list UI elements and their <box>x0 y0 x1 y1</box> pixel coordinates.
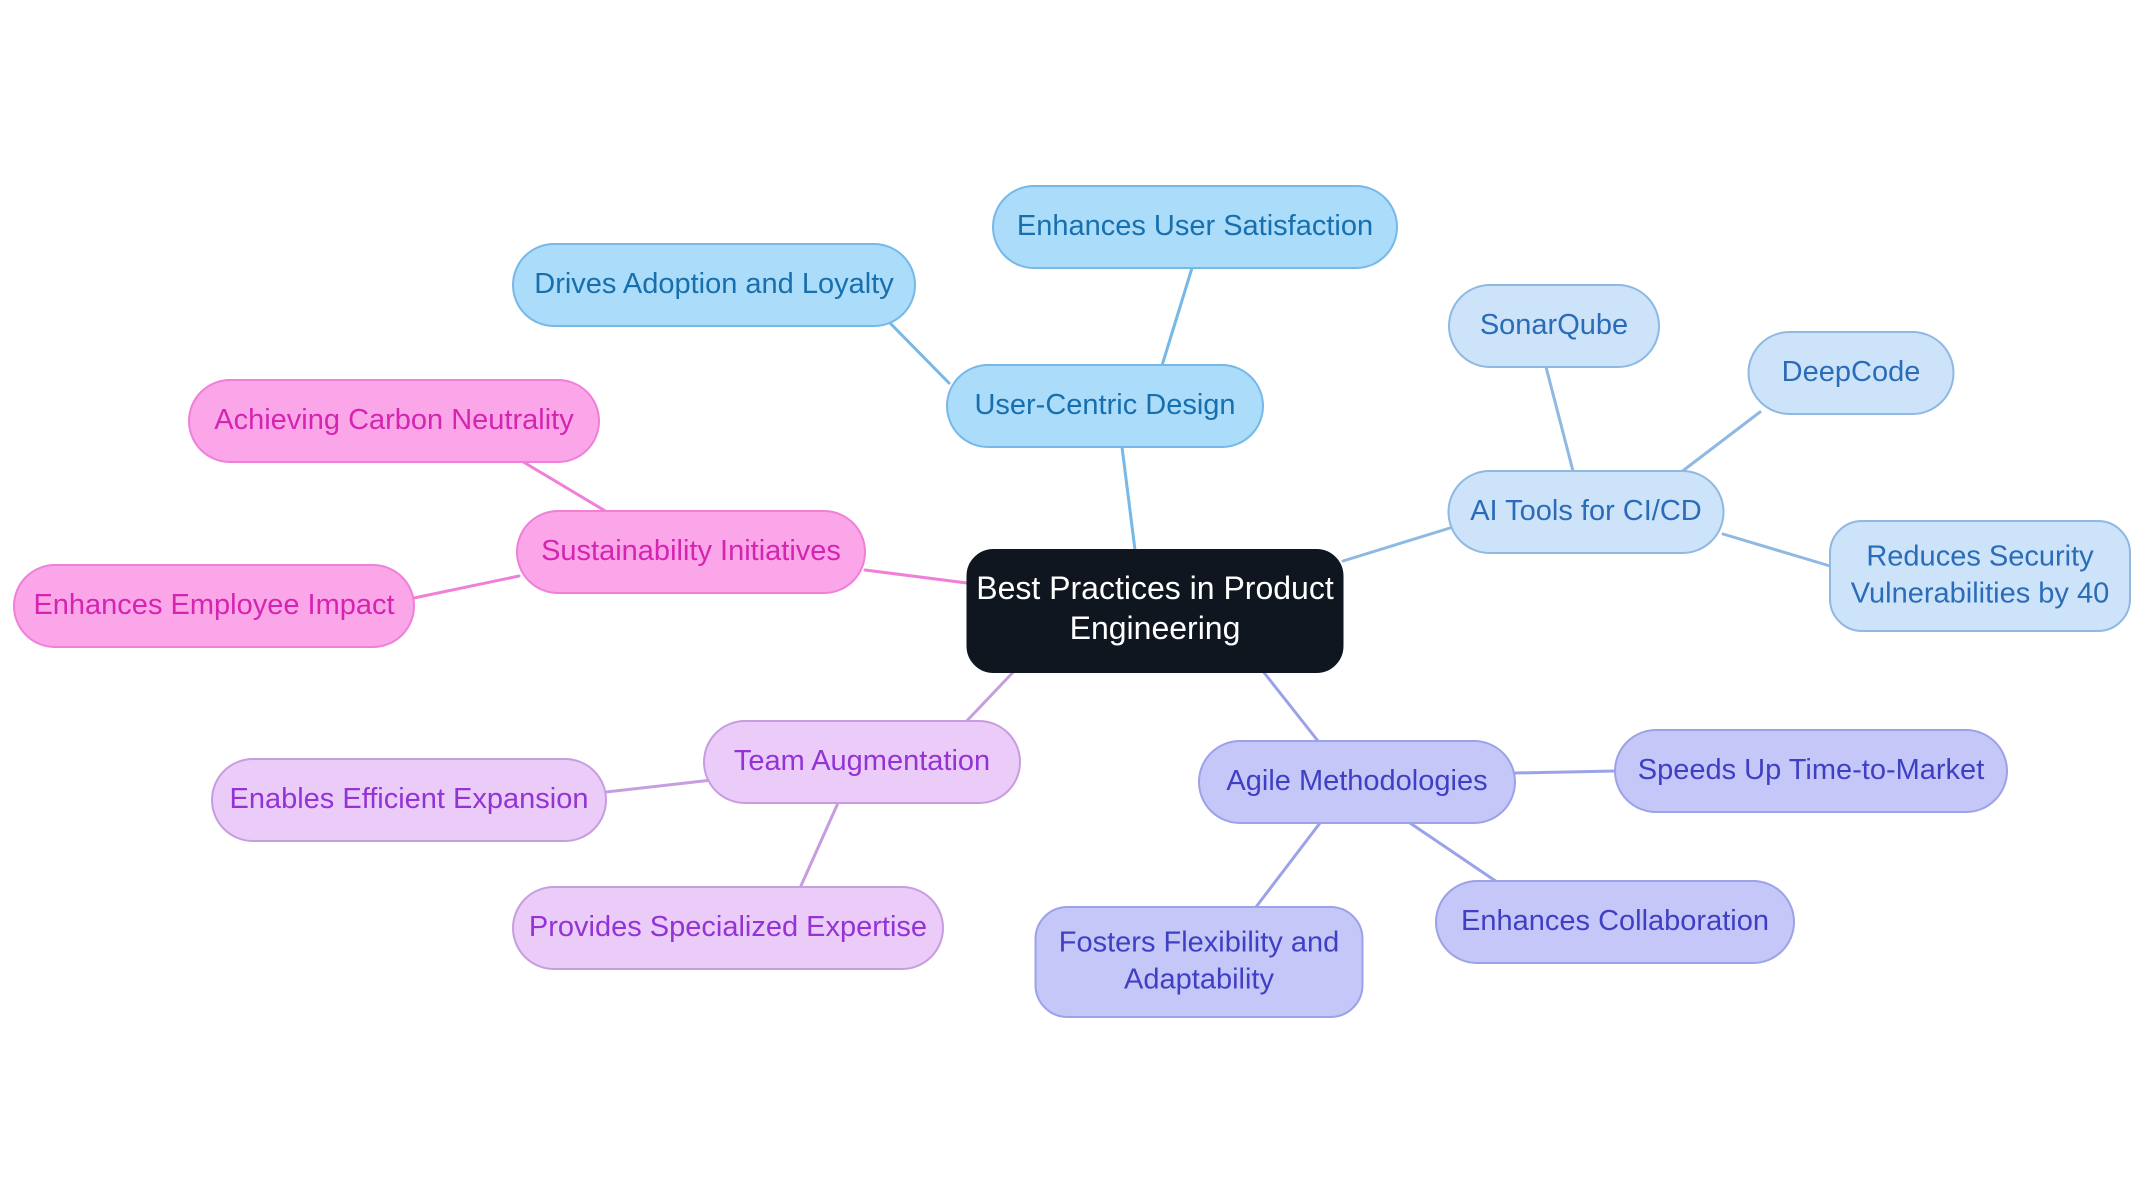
node-label-drives-adoption-and-loyalty: Drives Adoption and Loyalty <box>534 268 894 300</box>
node-label-team-augmentation: Team Augmentation <box>734 745 990 777</box>
node-sustainability-initiatives[interactable]: Sustainability Initiatives <box>516 510 866 594</box>
node-label-speeds-up-time-to-market: Speeds Up Time-to-Market <box>1638 754 1985 786</box>
node-label-sonarqube: SonarQube <box>1480 309 1628 341</box>
node-provides-specialized-expertise[interactable]: Provides Specialized Expertise <box>512 886 944 970</box>
node-label-line: AI Tools for CI/CD <box>1470 495 1702 527</box>
node-label-sustainability-initiatives: Sustainability Initiatives <box>541 535 841 567</box>
node-agile-methodologies[interactable]: Agile Methodologies <box>1198 740 1516 824</box>
edge-agile-speeds-up-time <box>1513 769 1617 775</box>
edge-sustainability-carbon-neutrality <box>518 458 614 517</box>
mind-map-svg: Best Practices in Product Engineering User… <box>13 185 2131 1018</box>
node-label-line: Adaptability <box>1124 963 1274 995</box>
node-label-line: Fosters Flexibility and <box>1059 926 1339 958</box>
edge-team-aug-provides-expertise <box>798 801 840 890</box>
edge-user-centric-drives-adoption <box>888 321 951 385</box>
node-achieving-carbon-neutrality[interactable]: Achieving Carbon Neutrality <box>188 379 600 463</box>
edge-ai-tools-sonarqube <box>1544 365 1575 473</box>
node-speeds-up-time-to-market[interactable]: Speeds Up Time-to-Market <box>1614 729 2008 813</box>
node-label-line: Best Practices in Product <box>976 570 1334 606</box>
node-label-line: Provides Specialized Expertise <box>529 911 927 943</box>
node-enables-efficient-expansion[interactable]: Enables Efficient Expansion <box>211 758 607 842</box>
node-label-agile-methodologies: Agile Methodologies <box>1226 765 1487 797</box>
node-label-line: Reduces Security <box>1866 540 2094 572</box>
node-label-line: User-Centric Design <box>974 389 1235 421</box>
node-label-enables-efficient-expansion: Enables Efficient Expansion <box>230 783 589 815</box>
node-label-line: DeepCode <box>1782 356 1921 388</box>
node-label-achieving-carbon-neutrality: Achieving Carbon Neutrality <box>214 404 574 436</box>
node-drives-adoption-and-loyalty[interactable]: Drives Adoption and Loyalty <box>512 243 916 327</box>
node-enhances-collaboration[interactable]: Enhances Collaboration <box>1435 880 1795 964</box>
node-label-line: Enhances User Satisfaction <box>1017 210 1373 242</box>
edge-ai-tools-reduces-security <box>1721 532 1832 568</box>
node-label-enhances-user-satisfaction: Enhances User Satisfaction <box>1017 210 1373 242</box>
node-label-line: Achieving Carbon Neutrality <box>214 404 574 436</box>
edge-root-user-centric-design <box>1120 445 1137 552</box>
node-label-deepcode: DeepCode <box>1782 356 1921 388</box>
edge-root-team-augmentation <box>960 665 1020 728</box>
node-label-line: Agile Methodologies <box>1226 765 1487 797</box>
node-label-line: Team Augmentation <box>734 745 990 777</box>
edge-root-agile <box>1260 668 1320 743</box>
node-label-enhances-employee-impact: Enhances Employee Impact <box>33 589 394 621</box>
node-label-line: Vulnerabilities by 40 <box>1851 577 2109 609</box>
node-sonarqube[interactable]: SonarQube <box>1448 284 1660 368</box>
node-team-augmentation[interactable]: Team Augmentation <box>703 720 1021 804</box>
node-label-provides-specialized-expertise: Provides Specialized Expertise <box>529 911 927 943</box>
edge-ai-tools-deepcode <box>1674 410 1762 478</box>
edge-root-sustainability <box>863 568 969 585</box>
node-label-line: Enhances Employee Impact <box>33 589 394 621</box>
node-label-line: SonarQube <box>1480 309 1628 341</box>
node-ai-tools-for-ci-cd[interactable]: AI Tools for CI/CD <box>1447 470 1725 554</box>
node-label-user-centric-design: User-Centric Design <box>974 389 1235 421</box>
edge-team-aug-enables-expansion <box>604 778 714 794</box>
node-root[interactable]: Best Practices in Product Engineering <box>966 549 1344 673</box>
node-label-enhances-collaboration: Enhances Collaboration <box>1461 905 1769 937</box>
node-label-line: Enables Efficient Expansion <box>230 783 589 815</box>
node-enhances-user-satisfaction[interactable]: Enhances User Satisfaction <box>992 185 1398 269</box>
node-label-ai-tools-for-ci-cd: AI Tools for CI/CD <box>1470 495 1702 527</box>
node-label-line: Sustainability Initiatives <box>541 535 841 567</box>
node-label-line: Enhances Collaboration <box>1461 905 1769 937</box>
edge-agile-fosters-flexibility <box>1254 821 1322 909</box>
node-fosters-flexibility-and-adaptability[interactable]: Fosters Flexibility and Adaptability <box>1034 906 1364 1018</box>
node-reduces-security-vulnerabilities[interactable]: Reduces Security Vulnerabilities by 40 <box>1829 520 2131 632</box>
node-deepcode[interactable]: DeepCode <box>1747 331 1955 415</box>
edge-user-centric-enhances-user-satisfaction <box>1158 266 1194 374</box>
mind-map-canvas: Best Practices in Product Engineering User… <box>0 0 2150 1203</box>
node-user-centric-design[interactable]: User-Centric Design <box>946 364 1264 448</box>
node-label-line: Speeds Up Time-to-Market <box>1638 754 1985 786</box>
node-label-line: Drives Adoption and Loyalty <box>534 268 894 300</box>
nodes-layer: Best Practices in Product Engineering User… <box>13 185 2131 1018</box>
edge-root-ai-tools <box>1341 526 1452 563</box>
node-enhances-employee-impact[interactable]: Enhances Employee Impact <box>13 564 415 648</box>
edge-sustainability-employee-impact <box>412 574 521 600</box>
node-label-line: Engineering <box>1070 611 1241 647</box>
edge-agile-enhances-collaboration <box>1408 821 1502 886</box>
